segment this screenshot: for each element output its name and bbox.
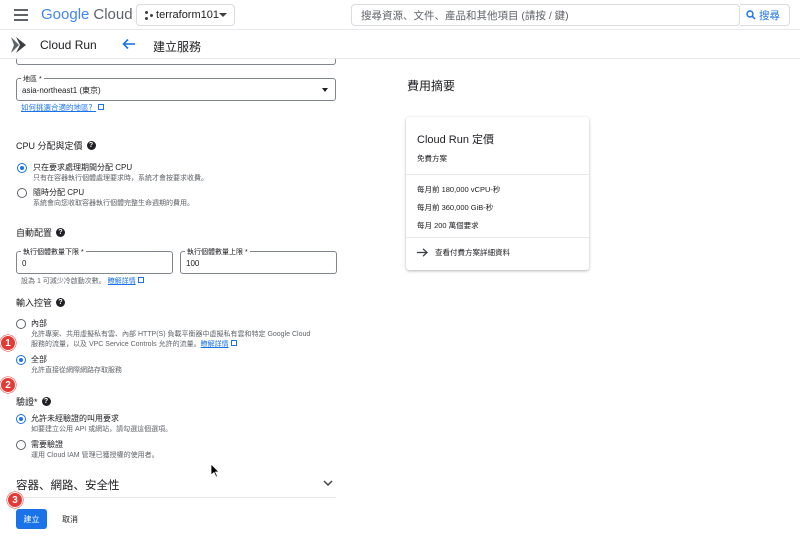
help-icon[interactable]: ? — [56, 298, 66, 307]
ingress-section-title: 輸入控管? — [16, 296, 66, 309]
search-button-label: 搜尋 — [759, 9, 780, 22]
cloud-run-logo-icon — [11, 37, 26, 53]
ingress-all-radio[interactable] — [16, 355, 26, 365]
autoscale-hint-text: 設為 1 可減少冷啟動次數。 — [21, 278, 106, 285]
min-instances-input[interactable] — [22, 259, 142, 268]
min-instances-label: 執行個體數量下限 * — [21, 247, 86, 257]
ingress-all-label: 全部 — [31, 355, 47, 364]
region-value: asia-northeast1 (東京) — [22, 86, 101, 95]
auth-section-title: 驗證*? — [16, 395, 51, 408]
max-instances-label: 執行個體數量上限 * — [185, 247, 250, 257]
advanced-settings-title: 容器、網路、安全性 — [16, 480, 120, 492]
card-divider — [406, 237, 589, 238]
pricing-tier: 免費方案 — [417, 154, 447, 163]
project-name: terraform101 — [156, 9, 219, 21]
cpu-option-always-label: 隨時分配 CPU — [33, 188, 85, 197]
auth-require-label: 需要驗證 — [31, 440, 63, 449]
auth-require-desc: 運用 Cloud IAM 管理已獲授權的使用者。 — [31, 452, 159, 459]
cpu-option-request-label: 只在要求處理期間分配 CPU — [33, 163, 133, 172]
step-badge-1: 1 — [0, 335, 16, 351]
chevron-down-icon — [323, 480, 333, 487]
pricing-line-requests: 每月 200 萬個要求 — [417, 221, 479, 230]
paid-tier-details-text: 查看付費方案詳細資料 — [435, 248, 510, 257]
caret-down-icon — [219, 13, 227, 17]
min-instances-field[interactable]: 執行個體數量下限 * — [16, 247, 173, 274]
ingress-learn-more-link[interactable]: 瞭解詳情 — [201, 341, 229, 348]
auth-allow-unauthenticated-label: 允許未經驗證的叫用要求 — [31, 414, 119, 423]
google-cloud-logo[interactable]: Google Cloud — [41, 6, 133, 23]
card-divider — [406, 174, 589, 175]
cpu-option-request-desc: 只有在容器執行個體處理要求時，系統才會按要求收費。 — [33, 175, 208, 182]
autoscale-learn-more-link[interactable]: 瞭解詳情 — [108, 278, 136, 285]
sub-header: Cloud Run 建立服務 — [0, 31, 800, 59]
auth-allow-unauthenticated-desc: 如要建立公用 API 或網站，請勾選這個選項。 — [31, 426, 173, 433]
step-badge-2: 2 — [0, 377, 16, 393]
cpu-option-request-radio[interactable] — [17, 163, 27, 173]
region-help-link[interactable]: 如何挑選合適的地區？ — [21, 102, 104, 113]
region-label: 地區 * — [21, 74, 44, 84]
ingress-internal-desc-line2-text: 服務的流量，以及 VPC Service Controls 允許的流量。 — [31, 341, 201, 348]
project-dots-icon — [145, 10, 153, 20]
help-icon[interactable]: ? — [56, 228, 66, 237]
cost-summary-title: 費用摘要 — [407, 79, 456, 93]
ingress-internal-desc-line1: 允許專案、共用虛擬私有雲、內部 HTTP(S) 負載平衡器中虛擬私有雲和特定 G… — [31, 331, 311, 338]
region-select[interactable]: 地區 * asia-northeast1 (東京) — [16, 74, 336, 101]
step-badge-3: 3 — [7, 492, 23, 508]
cpu-section-title: CPU 分配與定價? — [16, 139, 96, 152]
dropdown-caret-icon — [322, 88, 328, 92]
ingress-all-desc: 允許直接從網際網路存取服務 — [31, 367, 122, 374]
max-instances-input[interactable] — [186, 259, 306, 268]
advanced-settings-expander[interactable]: 容器、網路、安全性 — [16, 477, 336, 493]
help-icon[interactable]: ? — [41, 397, 51, 406]
cpu-option-always-desc: 系統會向您收取容器執行個體完整生命週期的費用。 — [33, 200, 194, 207]
top-bar: Google Cloud terraform101 搜尋資源、文件、產品和其他項目… — [0, 0, 800, 30]
autoscale-hint: 設為 1 可減少冷啟動次數。 瞭解詳情 — [21, 277, 144, 287]
project-selector[interactable]: terraform101 — [136, 4, 235, 26]
pricing-line-memory: 每月前 360,000 GiB-秒 — [417, 203, 494, 212]
ingress-internal-desc-line2: 服務的流量，以及 VPC Service Controls 允許的流量。瞭解詳情 — [31, 340, 237, 350]
cpu-option-always-radio[interactable] — [17, 188, 27, 198]
pricing-line-vcpu: 每月前 180,000 vCPU-秒 — [417, 185, 501, 194]
cpu-title: CPU 分配與定價 — [16, 141, 83, 151]
external-link-icon — [230, 340, 237, 346]
search-icon — [746, 10, 756, 20]
page-title: 建立服務 — [153, 40, 202, 54]
autoscale-title: 自動配置 — [16, 228, 53, 238]
logo-google-text: Google — [41, 6, 90, 23]
divider — [16, 497, 336, 498]
menu-icon[interactable] — [14, 9, 28, 21]
create-button[interactable]: 建立 — [16, 509, 47, 529]
ingress-internal-label: 內部 — [31, 319, 47, 328]
cancel-button[interactable]: 取消 — [56, 509, 84, 529]
search-button[interactable]: 搜尋 — [740, 4, 790, 26]
auth-require-radio[interactable] — [16, 440, 26, 450]
logo-cloud-text: Cloud — [93, 6, 133, 23]
autoscale-section-title: 自動配置? — [16, 226, 66, 239]
ingress-internal-radio[interactable] — [16, 319, 26, 329]
arrow-right-icon — [417, 248, 428, 257]
external-link-icon — [98, 104, 104, 110]
pricing-card-title: Cloud Run 定價 — [417, 134, 495, 146]
auth-allow-unauthenticated-radio[interactable] — [16, 414, 26, 424]
region-help-link-text: 如何挑選合適的地區？ — [21, 103, 96, 112]
search-input[interactable]: 搜尋資源、文件、產品和其他項目 (請按 / 鍵) — [351, 4, 740, 26]
back-arrow-icon[interactable] — [122, 38, 136, 50]
help-icon[interactable]: ? — [86, 141, 96, 150]
mouse-cursor-icon — [210, 463, 220, 478]
max-instances-field[interactable]: 執行個體數量上限 * — [180, 247, 337, 274]
product-name: Cloud Run — [40, 38, 97, 52]
pricing-card: Cloud Run 定價 免費方案 每月前 180,000 vCPU-秒 每月前… — [406, 117, 589, 270]
paid-tier-details-link[interactable]: 查看付費方案詳細資料 — [417, 247, 510, 258]
external-link-icon — [137, 277, 144, 283]
auth-title: 驗證* — [16, 397, 38, 407]
ingress-title: 輸入控管 — [16, 298, 53, 308]
previous-field-edge — [16, 59, 336, 65]
